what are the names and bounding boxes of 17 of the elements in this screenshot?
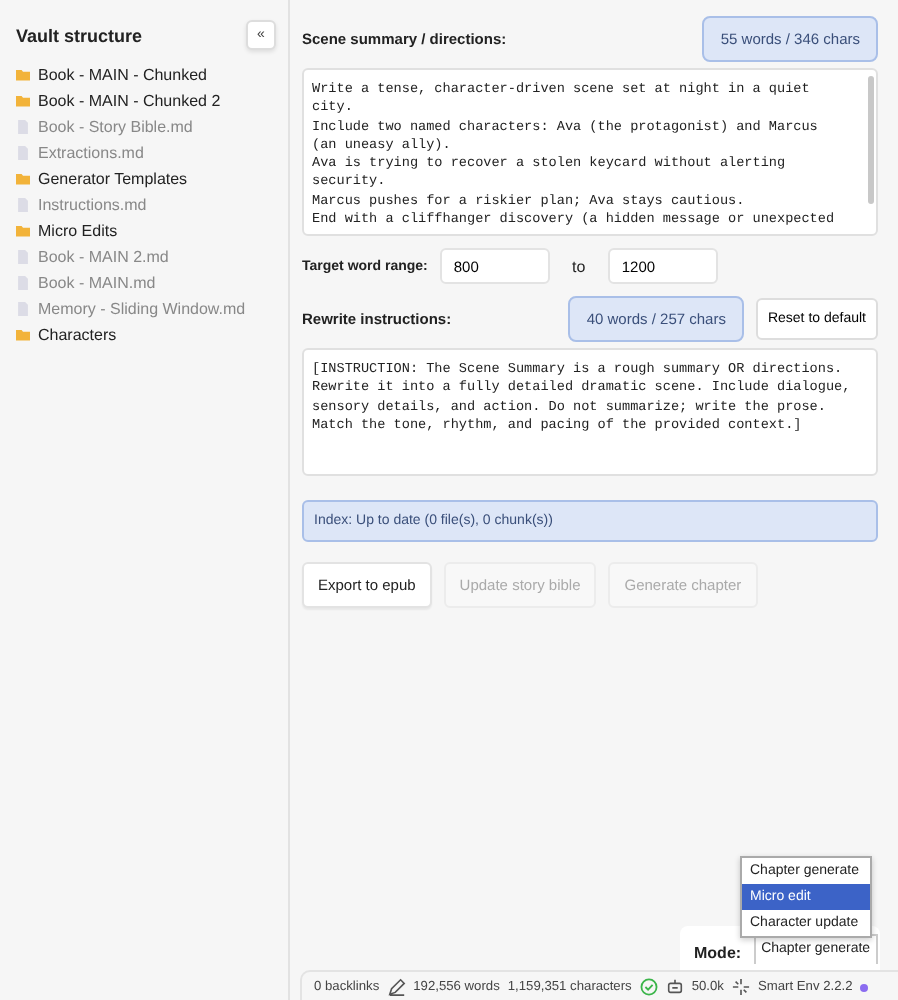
robot-icon bbox=[665, 978, 684, 996]
folder-item[interactable]: Book - MAIN - Chunked 2 bbox=[16, 88, 276, 114]
folder-item[interactable]: Book - MAIN - Chunked bbox=[16, 62, 276, 88]
status-dot bbox=[860, 983, 869, 991]
folder-icon bbox=[16, 224, 30, 238]
pen-icon bbox=[387, 978, 406, 996]
mode-label: Mode: bbox=[694, 944, 742, 962]
check-circle-icon bbox=[639, 978, 658, 996]
folder-item[interactable]: Micro Edits bbox=[16, 218, 276, 244]
file-icon bbox=[16, 198, 30, 212]
separator-text: to bbox=[570, 257, 588, 275]
folder-item[interactable]: Characters bbox=[16, 322, 276, 348]
folder-icon bbox=[16, 172, 30, 186]
folder-icon bbox=[16, 328, 30, 342]
folder-item[interactable]: Generator Templates bbox=[16, 166, 276, 192]
sparkle-icon bbox=[731, 978, 750, 996]
sidebar-title: Vault structure bbox=[16, 25, 143, 45]
